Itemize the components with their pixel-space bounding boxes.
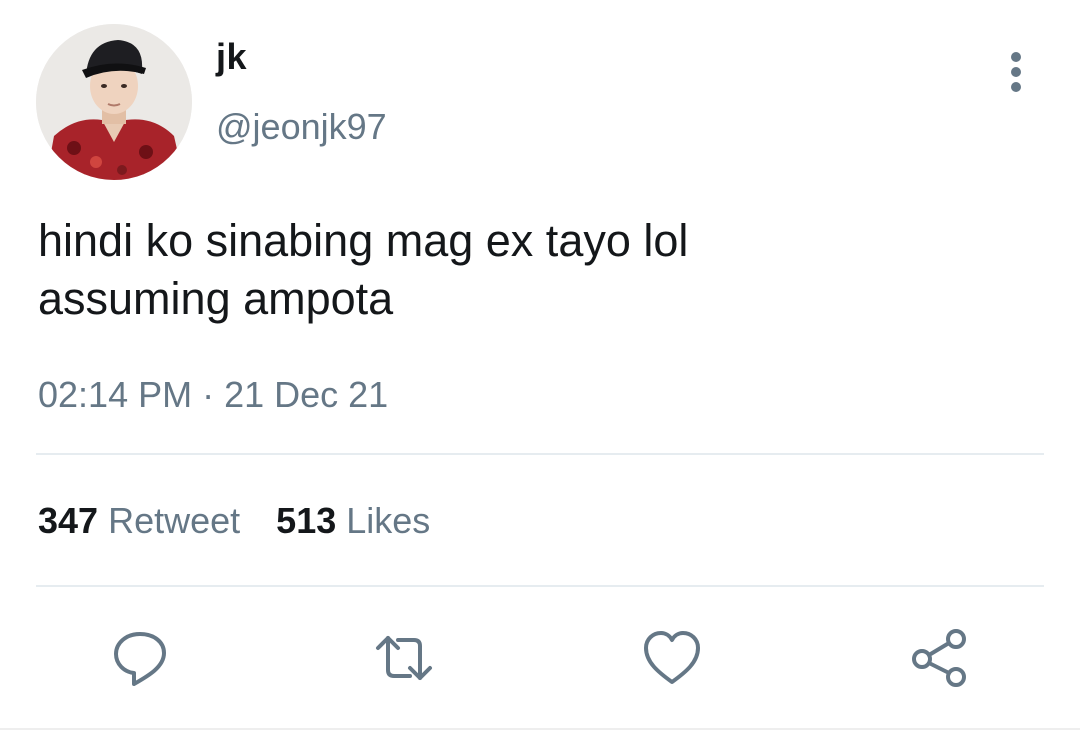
divider <box>36 585 1044 587</box>
retweets-label: Retweet <box>108 500 241 541</box>
bottom-divider <box>0 728 1080 730</box>
retweets-stat[interactable]: 347 Retweet <box>38 500 240 542</box>
share-icon[interactable] <box>908 626 972 690</box>
engagement-stats: 347 Retweet 513 Likes <box>38 500 466 542</box>
tweet-text-line: assuming ampota <box>38 273 394 324</box>
display-name[interactable]: jk <box>216 36 247 78</box>
reply-icon[interactable] <box>108 626 172 690</box>
likes-label: Likes <box>346 500 431 541</box>
likes-stat[interactable]: 513 Likes <box>276 500 430 542</box>
avatar[interactable] <box>36 24 192 180</box>
heart-icon[interactable] <box>640 626 704 690</box>
avatar-image <box>36 24 192 180</box>
tweet-timestamp: 02:14 PM · 21 Dec 21 <box>38 374 389 415</box>
tweet-text: hindi ko sinabing mag ex tayo lol assumi… <box>38 212 1038 328</box>
retweets-count: 347 <box>38 500 99 541</box>
more-options-icon[interactable] <box>996 52 1036 98</box>
user-handle[interactable]: @jeonjk97 <box>216 106 387 148</box>
divider <box>36 453 1044 455</box>
likes-count: 513 <box>276 500 337 541</box>
retweet-icon[interactable] <box>372 626 436 690</box>
tweet-text-line: hindi ko sinabing mag ex tayo lol <box>38 215 689 266</box>
